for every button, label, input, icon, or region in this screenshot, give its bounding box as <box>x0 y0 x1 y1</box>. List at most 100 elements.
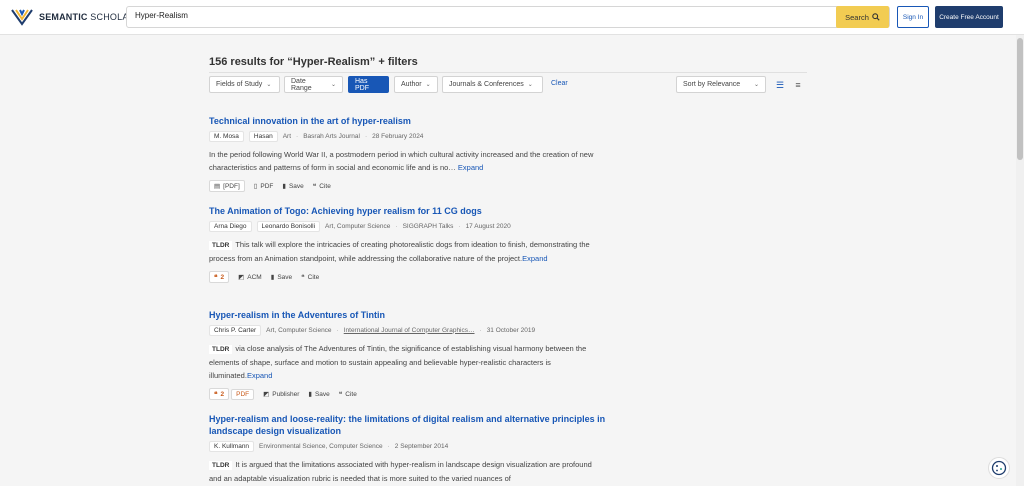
author-chip[interactable]: Chris P. Carter <box>209 324 262 336</box>
pdf-badge[interactable]: PDF <box>231 388 255 400</box>
expand-link[interactable]: Expand <box>247 371 272 380</box>
cite-button[interactable]: ❝ Cite <box>338 390 357 399</box>
sort-select[interactable]: Sort by Relevance ⌄ <box>676 76 766 93</box>
cite-label: Cite <box>307 273 320 281</box>
separator-dot: · <box>479 326 482 334</box>
date-range-filter[interactable]: Date Range ⌄ <box>284 76 343 93</box>
publication-date: 31 October 2019 <box>486 326 536 334</box>
filter-label: Journals & Conferences <box>449 81 524 88</box>
chevron-down-icon: ⌄ <box>330 82 336 88</box>
sort-label: Sort by Relevance <box>683 81 741 88</box>
search-box[interactable] <box>126 6 890 28</box>
external-link-icon: ◩ <box>238 274 245 281</box>
save-label: Save <box>277 273 293 281</box>
result-meta: Arna Diego Leonardo Bonisolli Art, Compu… <box>209 220 604 232</box>
sign-in-button[interactable]: Sign In <box>897 6 929 28</box>
expand-link[interactable]: Expand <box>522 254 547 263</box>
semantic-scholar-logo[interactable]: SEMANTIC SCHOLAR <box>11 7 135 27</box>
abstract: TLDR via close analysis of The Adventures… <box>209 342 604 382</box>
author-filter[interactable]: Author ⌄ <box>394 76 438 93</box>
abstract: TLDR This talk will explore the intricaci… <box>209 238 604 265</box>
author-chip[interactable]: Arna Diego <box>209 220 252 232</box>
cite-button[interactable]: ❝ Cite <box>301 273 320 282</box>
search-input[interactable] <box>135 11 835 20</box>
separator-dot: · <box>336 326 339 334</box>
venue-link[interactable]: International Journal of Computer Graphi… <box>344 327 475 334</box>
search-result: Hyper-realism in the Adventures of Tinti… <box>209 309 604 401</box>
save-label: Save <box>288 182 304 190</box>
citation-count-value: 2 <box>220 273 225 281</box>
author-chip[interactable]: Hasan <box>248 130 278 142</box>
clear-filters-link[interactable]: Clear <box>551 80 568 87</box>
document-icon: ▯ <box>253 183 258 190</box>
quote-icon: ❝ <box>312 183 317 190</box>
result-actions: ▤ [PDF] ▯ PDF ▮ Save ❝ Cite <box>209 179 604 193</box>
search-icon <box>872 13 880 21</box>
pdf-link[interactable]: ▯ PDF <box>253 182 274 191</box>
has-pdf-filter[interactable]: Has PDF <box>348 76 389 93</box>
acm-link[interactable]: ◩ ACM <box>238 273 262 282</box>
result-actions: ❝ 2 PDF ◩ Publisher ▮ Save ❝ Cite <box>209 387 604 401</box>
create-account-button[interactable]: Create Free Account <box>935 6 1003 28</box>
results-count-title: 156 results for “Hyper-Realism” + filter… <box>209 56 418 68</box>
acm-label: ACM <box>247 273 262 281</box>
quote-icon: ❝ <box>214 274 218 281</box>
search-result: The Animation of Togo: Achieving hyper r… <box>209 205 604 284</box>
quote-icon: ❝ <box>338 391 343 398</box>
search-button-label: Search <box>845 12 869 22</box>
compact-view-icon[interactable]: ≡ <box>791 78 805 92</box>
result-title[interactable]: Hyper-realism and loose-reality: the lim… <box>209 413 609 437</box>
abstract-text: In the period following World War II, a … <box>209 150 594 172</box>
search-button[interactable]: Search <box>836 6 889 28</box>
result-title[interactable]: Hyper-realism in the Adventures of Tinti… <box>209 309 604 321</box>
citation-count[interactable]: ❝ 2 <box>209 388 230 400</box>
citation-count[interactable]: ❝ 2 <box>209 271 230 283</box>
filter-label: Date Range <box>291 77 312 92</box>
pdf-preview-button[interactable]: ▤ [PDF] <box>209 180 245 192</box>
semantic-scholar-logo-icon <box>11 9 33 26</box>
result-title[interactable]: Technical innovation in the art of hyper… <box>209 115 604 127</box>
author-chip[interactable]: K. Kullmann <box>209 440 255 452</box>
chevron-down-icon: ⌄ <box>753 82 759 88</box>
publication-date: 17 August 2020 <box>465 222 511 230</box>
author-chip[interactable]: M. Mosa <box>209 130 244 142</box>
fields-of-study: Environmental Science, Computer Science <box>259 442 383 450</box>
fields-of-study-filter[interactable]: Fields of Study ⌄ <box>209 76 280 93</box>
tldr-badge: TLDR <box>209 461 233 470</box>
quote-icon: ❝ <box>301 274 305 281</box>
pdf-thumbnail-icon: ▤ <box>214 183 221 190</box>
author-chip[interactable]: Leonardo Bonisolli <box>256 220 321 232</box>
abstract-text: It is argued that the limitations associ… <box>209 460 592 483</box>
expand-link[interactable]: Expand <box>458 163 483 172</box>
venue: Basrah Arts Journal <box>303 132 360 140</box>
abstract: TLDR It is argued that the limitations as… <box>209 458 604 485</box>
cite-label: Cite <box>319 182 331 190</box>
publication-date: 28 February 2024 <box>372 132 424 140</box>
journals-conferences-filter[interactable]: Journals & Conferences ⌄ <box>442 76 543 93</box>
fields-of-study: Art, Computer Science <box>325 222 391 230</box>
search-result: Technical innovation in the art of hyper… <box>209 115 604 193</box>
result-title[interactable]: The Animation of Togo: Achieving hyper r… <box>209 205 604 217</box>
pdf-bracket-label: [PDF] <box>223 182 240 190</box>
save-button[interactable]: ▮ Save <box>308 390 329 399</box>
publisher-link[interactable]: ◩ Publisher <box>263 390 300 399</box>
filter-label: Author <box>401 81 422 88</box>
save-button[interactable]: ▮ Save <box>270 273 293 282</box>
list-view-icon[interactable]: ☰ <box>773 78 787 92</box>
external-link-icon: ◩ <box>263 391 270 398</box>
bookmark-icon: ▮ <box>308 391 312 398</box>
save-button[interactable]: ▮ Save <box>282 182 304 191</box>
tldr-badge: TLDR <box>209 345 233 354</box>
cite-button[interactable]: ❝ Cite <box>312 182 331 191</box>
publisher-label: Publisher <box>272 390 300 398</box>
cookie-settings-button[interactable] <box>988 457 1010 479</box>
result-meta: Chris P. Carter Art, Computer Science · … <box>209 324 604 336</box>
scrollbar-thumb[interactable] <box>1017 38 1023 160</box>
top-navigation-bar: SEMANTIC SCHOLAR Search Sign In Create F… <box>0 0 1024 35</box>
separator-dot: · <box>395 222 398 230</box>
separator-dot: · <box>458 222 461 230</box>
bookmark-icon: ▮ <box>270 274 275 281</box>
venue: SIGGRAPH Talks <box>402 222 454 230</box>
pdf-label: PDF <box>260 182 274 190</box>
citation-count-value: 2 <box>220 390 225 398</box>
